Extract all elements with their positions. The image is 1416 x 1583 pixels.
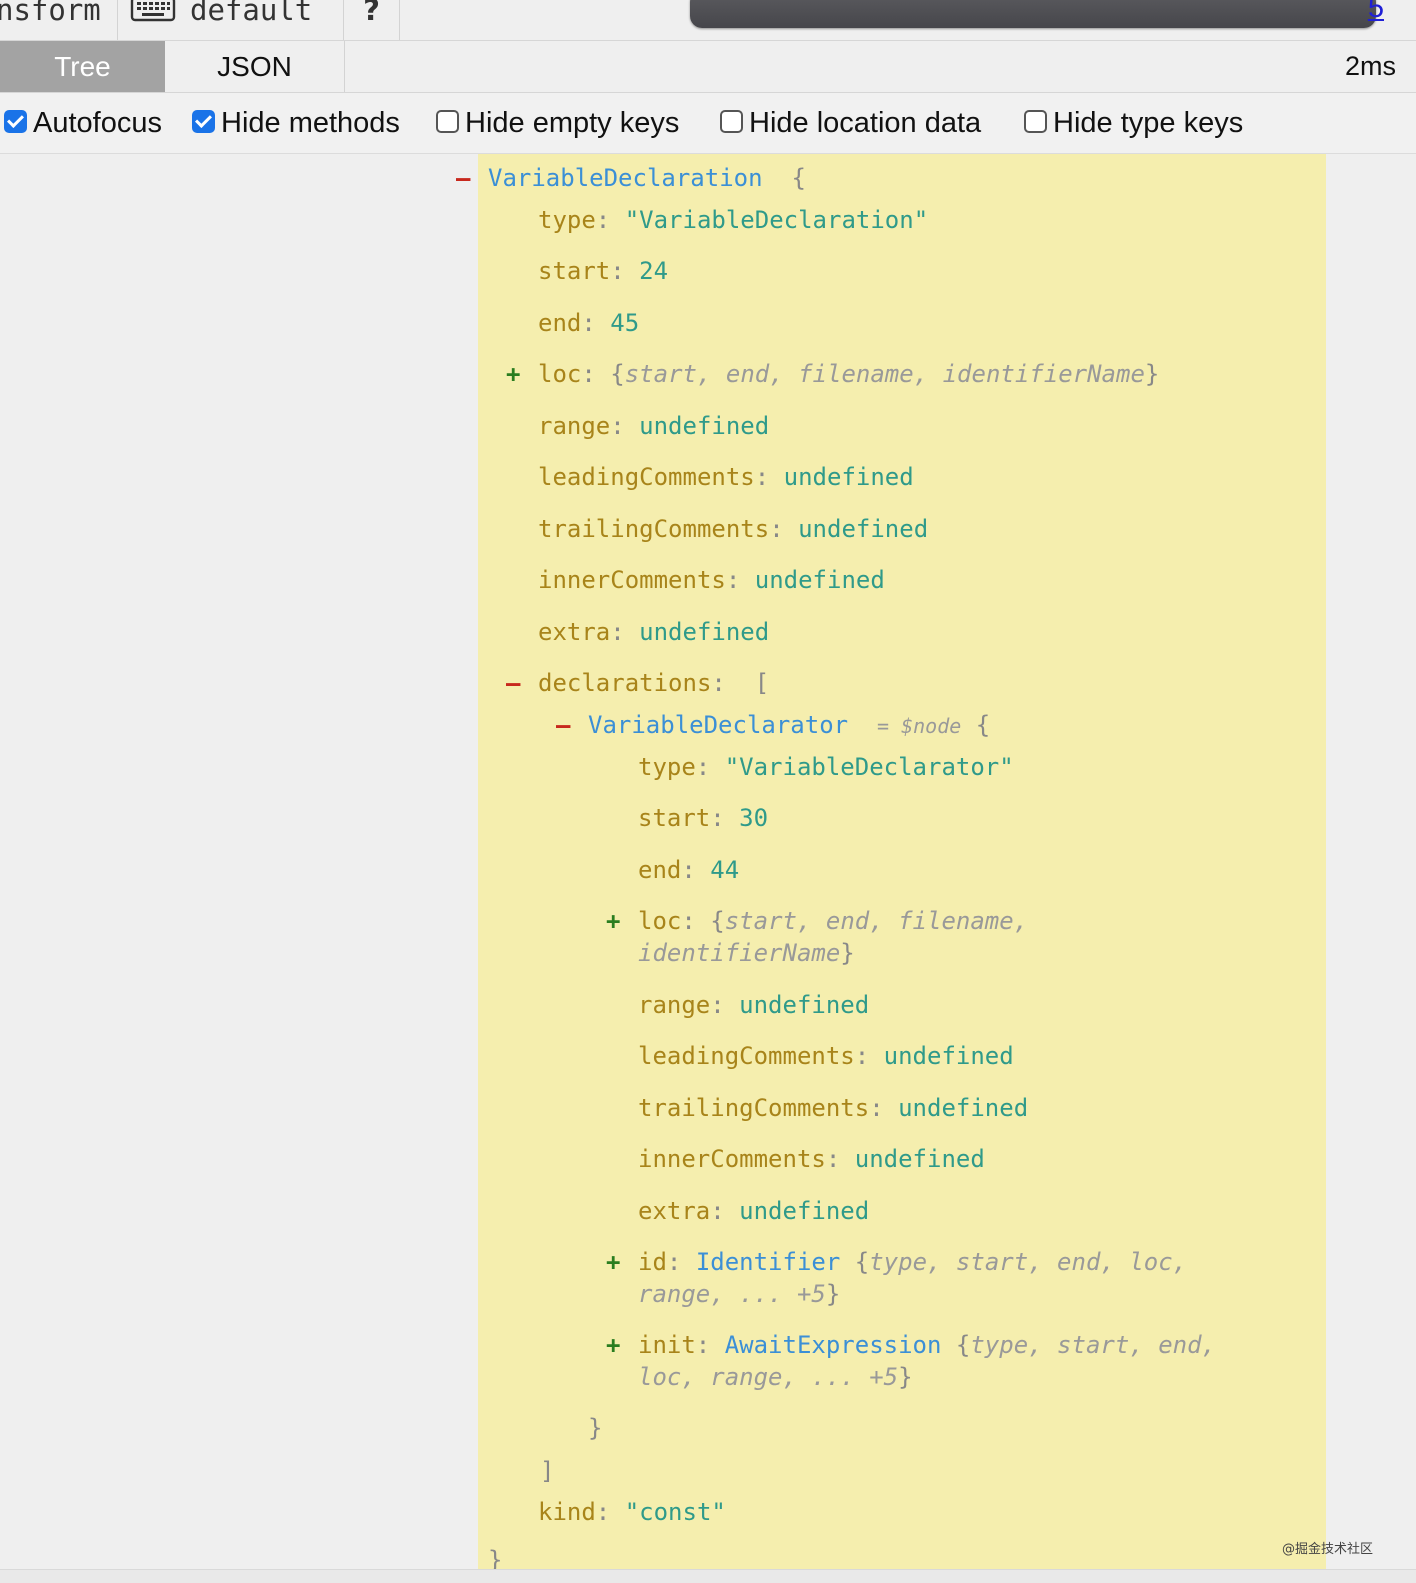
node-type-name[interactable]: VariableDeclaration	[488, 164, 763, 192]
field-summary: loc, range, ... +5	[638, 1363, 899, 1391]
expand-toggle[interactable]: +	[606, 1247, 620, 1277]
collapse-toggle[interactable]: –	[506, 668, 520, 698]
field-summary: type, start, end, loc,	[869, 1248, 1188, 1276]
expand-toggle[interactable]: +	[506, 359, 520, 389]
parser-selector[interactable]: default	[118, 0, 344, 40]
hide-type-keys-checkbox[interactable]	[1024, 110, 1047, 133]
node-type-name[interactable]: VariableDeclarator	[588, 711, 848, 739]
option-label: Hide type keys	[1053, 107, 1244, 139]
tree-field-loc[interactable]: loc: {start, end, filename,	[638, 906, 1028, 936]
field-value: 24	[639, 257, 669, 285]
tree-field-extra: extra: undefined	[638, 1197, 870, 1225]
tree-field-leading-comments: leadingComments: undefined	[538, 463, 914, 491]
tree-field-inner-comments: innerComments: undefined	[638, 1145, 985, 1173]
option-hide-methods[interactable]: Hide methods	[192, 105, 400, 141]
field-value: undefined	[854, 1145, 985, 1173]
expand-toggle[interactable]: +	[606, 906, 620, 936]
option-autofocus[interactable]: Autofocus	[4, 105, 162, 141]
tree-field-init[interactable]: init: AwaitExpression {type, start, end,	[638, 1330, 1216, 1360]
field-summary: identifierName	[638, 939, 841, 967]
tree-field-trailing-comments: trailingComments: undefined	[538, 515, 929, 543]
field-summary: start, end, filename,	[724, 907, 1029, 935]
tree-node-declarator[interactable]: VariableDeclarator = $node {	[588, 710, 990, 741]
hide-methods-checkbox[interactable]	[192, 110, 215, 133]
version-link[interactable]: 5	[1368, 0, 1384, 25]
option-label: Hide location data	[749, 107, 982, 139]
tree-field-kind: kind: "const"	[538, 1498, 726, 1526]
field-value: undefined	[898, 1094, 1029, 1122]
keyboard-icon	[130, 0, 176, 24]
option-label: Hide methods	[221, 107, 400, 139]
parse-time: 2ms	[1344, 51, 1396, 81]
bottom-edge	[0, 1569, 1416, 1583]
field-value: undefined	[883, 1042, 1014, 1070]
tree-field-declarations[interactable]: declarations: [	[538, 668, 769, 698]
field-value: undefined	[739, 991, 870, 1019]
output-tabs: Tree JSON 2ms	[0, 41, 1416, 93]
tree-field-extra: extra: undefined	[538, 618, 770, 646]
field-value: "VariableDeclarator"	[724, 753, 1014, 781]
option-hide-empty-keys[interactable]: Hide empty keys	[436, 105, 679, 141]
tree-field-range: range: undefined	[538, 412, 770, 440]
autofocus-checkbox[interactable]	[4, 110, 27, 133]
tab-json[interactable]: JSON	[165, 41, 345, 92]
toolbar: nsform default ? 5	[0, 0, 1416, 41]
tree-field-leading-comments: leadingComments: undefined	[638, 1042, 1014, 1070]
field-summary: start, end, filename, identifierName	[624, 360, 1145, 388]
expand-toggle[interactable]: +	[606, 1330, 620, 1360]
node-type-name[interactable]: AwaitExpression	[725, 1331, 942, 1359]
field-value: "const"	[624, 1498, 726, 1526]
field-summary: range, ... +5	[638, 1280, 826, 1308]
hide-empty-keys-checkbox[interactable]	[436, 110, 459, 133]
option-hide-location-data[interactable]: Hide location data	[720, 105, 981, 141]
collapse-toggle[interactable]: –	[456, 163, 470, 193]
field-value: undefined	[639, 618, 770, 646]
field-value: undefined	[739, 1197, 870, 1225]
option-label: Hide empty keys	[465, 107, 680, 139]
options-bar: Autofocus Hide methods Hide empty keys H…	[0, 93, 1416, 154]
field-value: 45	[610, 309, 640, 337]
collapse-toggle[interactable]: –	[556, 710, 570, 740]
tree-field-start: start: 24	[538, 257, 669, 285]
option-hide-type-keys[interactable]: Hide type keys	[1024, 105, 1243, 141]
tree-node-root[interactable]: VariableDeclaration {	[488, 163, 806, 193]
tree-field-type: type: "VariableDeclaration"	[538, 206, 929, 234]
node-type-name[interactable]: Identifier	[696, 1248, 841, 1276]
declarator-close-brace: }	[588, 1414, 603, 1442]
node-alias: = $node	[877, 714, 962, 738]
field-value: undefined	[783, 463, 914, 491]
option-label: Autofocus	[33, 107, 162, 139]
overlay-bar	[690, 0, 1376, 28]
tab-tree[interactable]: Tree	[0, 41, 165, 92]
tree-field-loc[interactable]: loc: {start, end, filename, identifierNa…	[538, 359, 1159, 389]
hide-location-data-checkbox[interactable]	[720, 110, 743, 133]
field-value: 44	[710, 856, 740, 884]
transform-button[interactable]: nsform	[0, 0, 118, 40]
tree-field-trailing-comments: trailingComments: undefined	[638, 1094, 1029, 1122]
tree-field-start: start: 30	[638, 804, 769, 832]
tree-field-end: end: 45	[538, 309, 640, 337]
field-summary: type, start, end,	[970, 1331, 1216, 1359]
help-button[interactable]: ?	[344, 0, 400, 40]
tree-field-end: end: 44	[638, 856, 740, 884]
field-value: 30	[739, 804, 769, 832]
field-value: undefined	[754, 566, 885, 594]
declarations-close-bracket: ]	[540, 1457, 555, 1485]
field-value: undefined	[798, 515, 929, 543]
tree-field-loc-cont: identifierName}	[638, 939, 855, 967]
tree-field-inner-comments: innerComments: undefined	[538, 566, 885, 594]
tree-field-id-cont: range, ... +5}	[638, 1280, 841, 1308]
tree-field-type: type: "VariableDeclarator"	[638, 753, 1014, 781]
tree-field-id[interactable]: id: Identifier {type, start, end, loc,	[638, 1247, 1187, 1277]
tree-field-init-cont: loc, range, ... +5}	[638, 1363, 913, 1391]
tree-field-range: range: undefined	[638, 991, 870, 1019]
parser-label: default	[190, 0, 313, 27]
field-value: undefined	[639, 412, 770, 440]
watermark: @掘金技术社区	[1282, 1542, 1374, 1557]
field-value: "VariableDeclaration"	[624, 206, 929, 234]
